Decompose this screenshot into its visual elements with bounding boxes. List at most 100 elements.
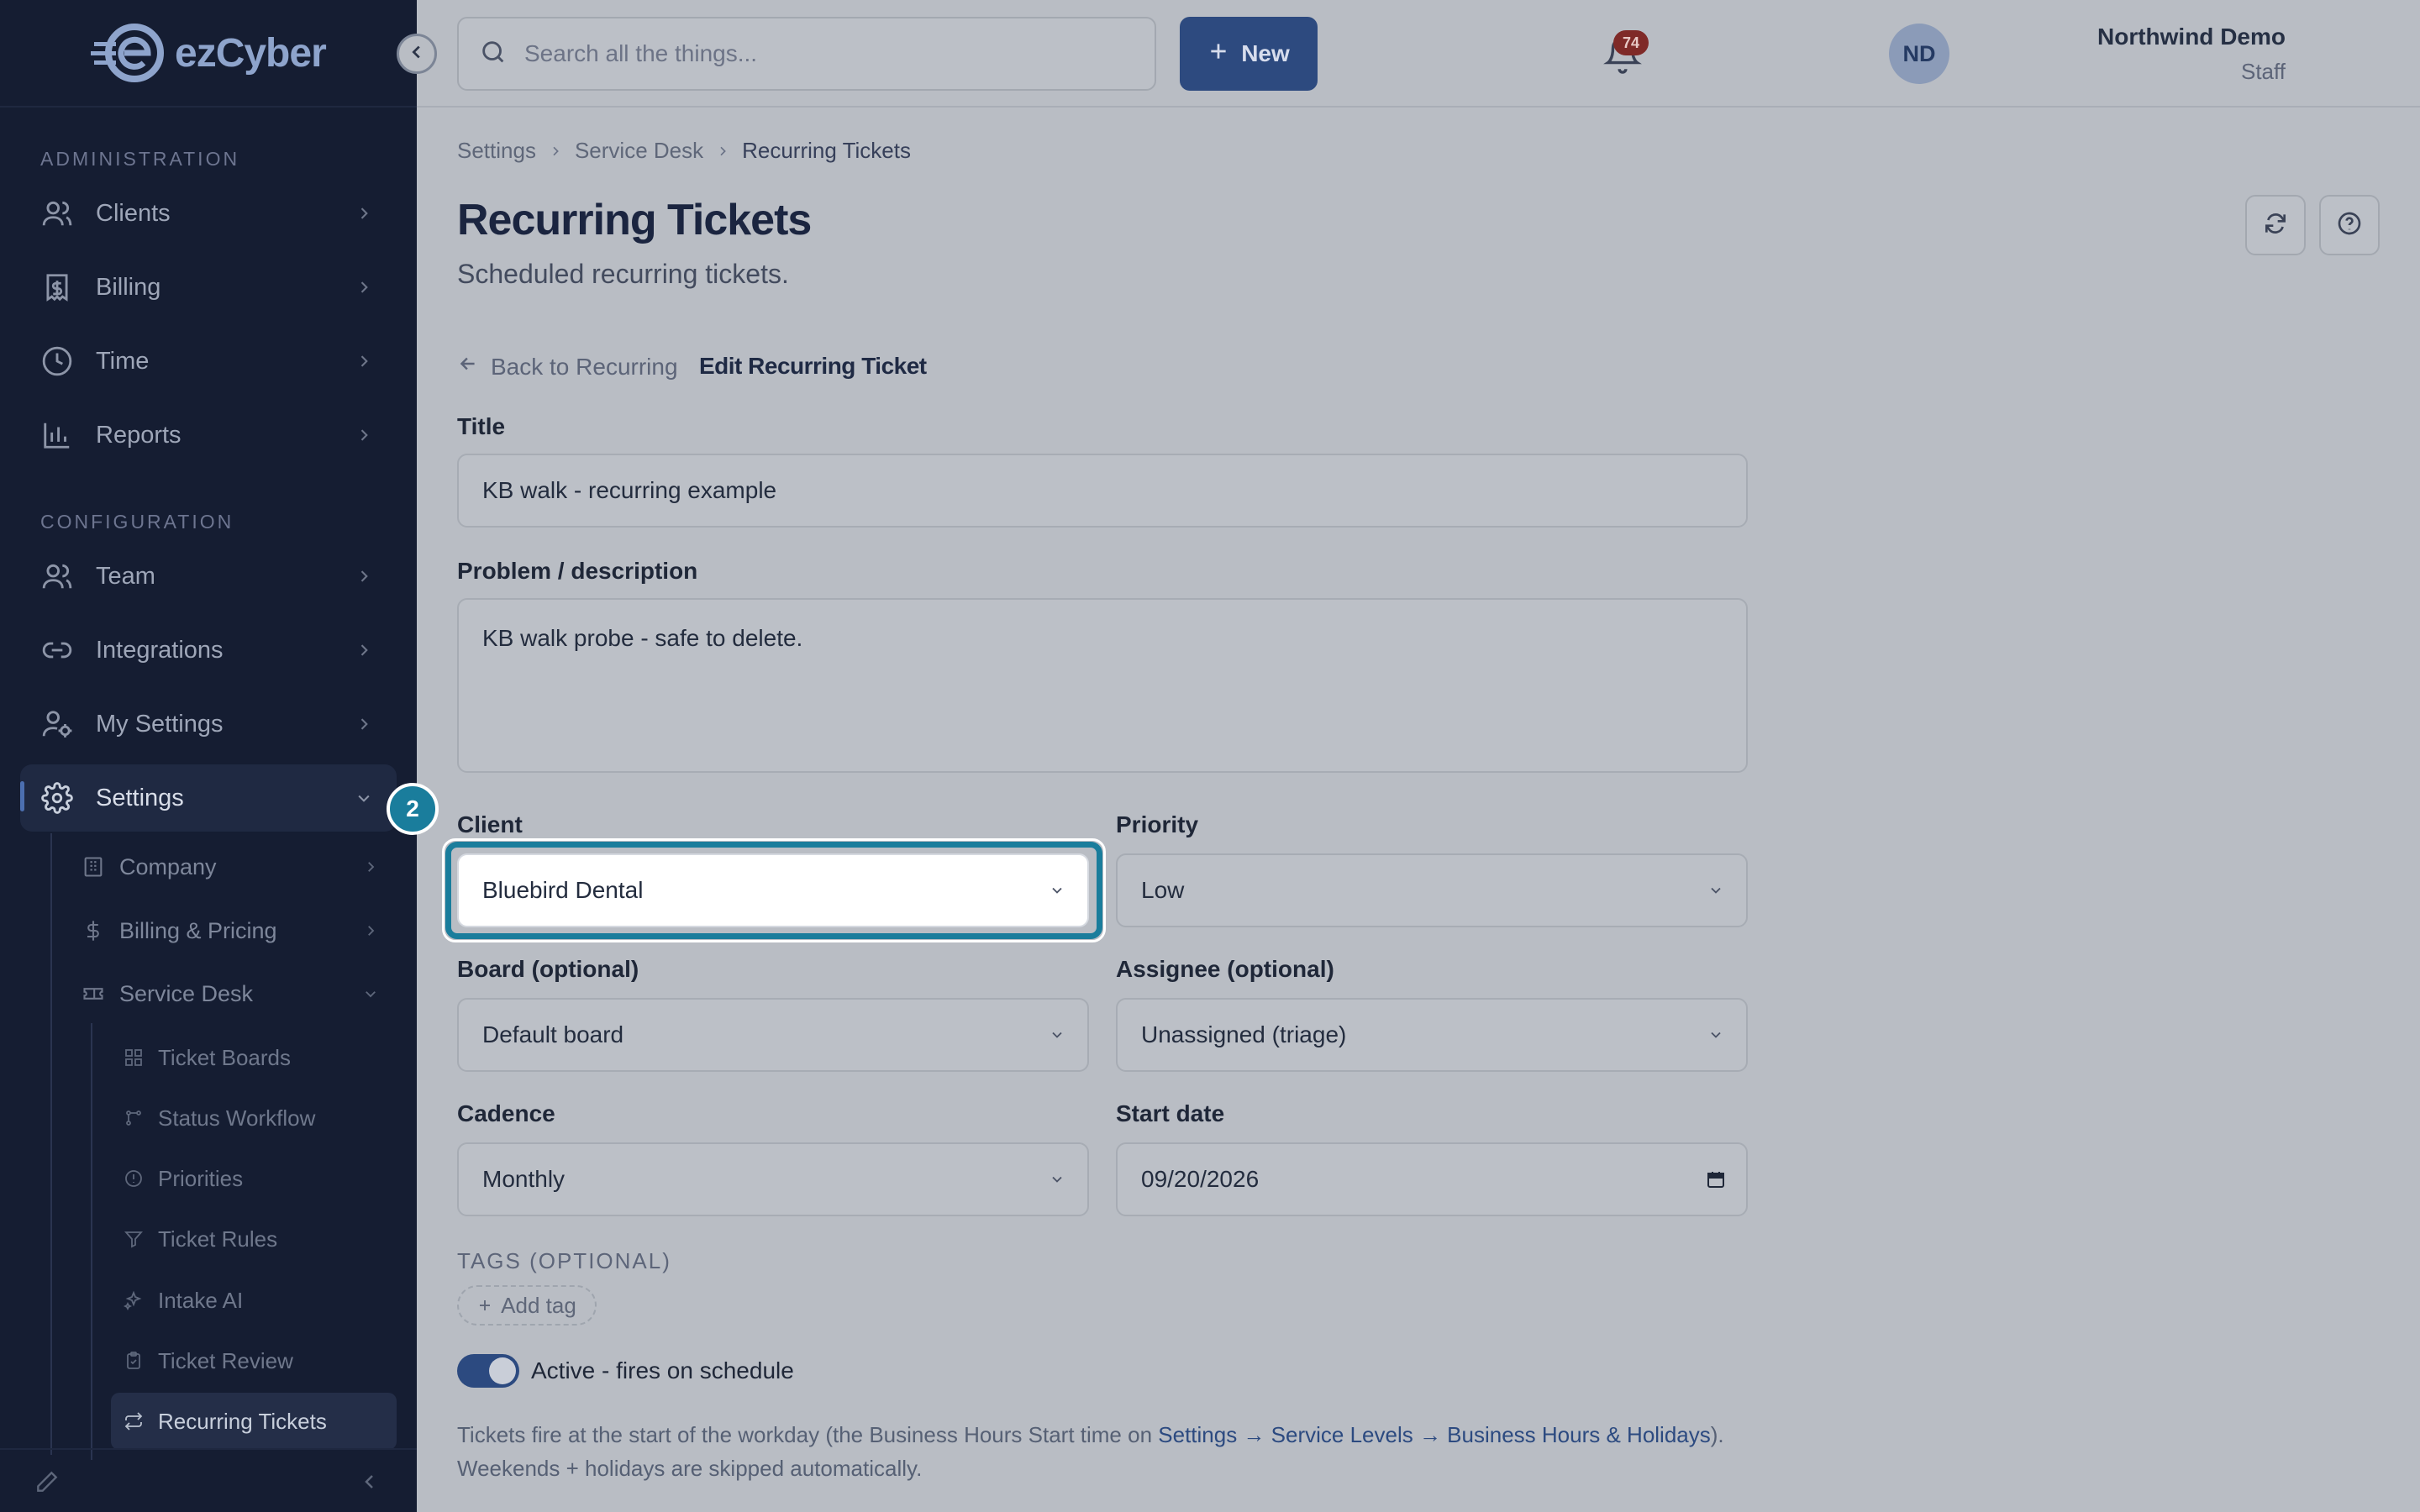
note-prefix: Tickets fire at the start of the workday… [457, 1422, 1159, 1447]
refresh-icon [2262, 210, 2289, 241]
refresh-button[interactable] [2245, 195, 2306, 255]
chevron-down-icon [1047, 1025, 1067, 1045]
back-to-recurring-link[interactable]: Back to Recurring [457, 353, 678, 381]
client-select[interactable]: Bluebird Dental [457, 853, 1089, 927]
chevron-left-icon [408, 43, 426, 66]
sidebar-item-label: Billing [96, 273, 161, 301]
title-input[interactable]: KB walk - recurring example [457, 454, 1748, 528]
description-textarea[interactable]: KB walk probe - safe to delete. [457, 598, 1748, 773]
arrow-left-icon [457, 353, 479, 381]
breadcrumb: Settings Service Desk Recurring Tickets [457, 138, 911, 164]
toggle-knob [489, 1357, 516, 1384]
search-box[interactable] [457, 17, 1156, 91]
sidebar-item-ticket-review[interactable]: Ticket Review [111, 1332, 397, 1389]
sidebar-item-intake-ai[interactable]: Intake AI [111, 1272, 397, 1329]
user-name[interactable]: Northwind Demo [2097, 24, 2286, 50]
assignee-label: Assignee (optional) [1116, 956, 1334, 982]
sidebar-item-settings[interactable]: Settings [20, 764, 397, 832]
link-icon [40, 633, 74, 667]
assignee-value: Unassigned (triage) [1141, 1021, 1347, 1047]
ticket-icon [81, 981, 106, 1006]
sidebar-item-ticket-rules[interactable]: Ticket Rules [111, 1210, 397, 1268]
chevron-right-icon [360, 920, 381, 942]
chevron-right-icon [351, 711, 376, 737]
calendar-icon[interactable] [1706, 1169, 1726, 1189]
sidebar-item-ticket-boards[interactable]: Ticket Boards [111, 1029, 397, 1086]
chevron-down-icon [360, 983, 381, 1005]
chevron-right-icon [351, 564, 376, 589]
sidebar-item-clients[interactable]: Clients [20, 180, 397, 247]
priority-select[interactable]: Low [1116, 853, 1748, 927]
collapse-sidebar-icon[interactable] [360, 1472, 380, 1496]
chevron-right-icon [351, 275, 376, 300]
active-indicator [20, 781, 24, 811]
sidebar-item-recurring-tickets[interactable]: Recurring Tickets [111, 1393, 397, 1450]
clipboard-icon [123, 1350, 145, 1372]
search-input[interactable] [524, 40, 1113, 67]
active-toggle-label: Active - fires on schedule [531, 1357, 794, 1383]
clock-icon [40, 344, 74, 378]
walkthrough-step-badge: 2 [387, 783, 439, 835]
users-icon [40, 197, 74, 230]
breadcrumb-settings[interactable]: Settings [457, 138, 536, 164]
edit-heading: Edit Recurring Ticket [699, 353, 927, 379]
sidebar-item-team[interactable]: Team [20, 543, 397, 610]
breadcrumb-service-desk[interactable]: Service Desk [575, 138, 703, 164]
user-cog-icon [40, 707, 74, 741]
page-title: Recurring Tickets [457, 196, 812, 244]
chevron-down-icon [1706, 880, 1726, 900]
start-date-input[interactable]: 09/20/2026 [1116, 1142, 1748, 1216]
dollar-icon [81, 918, 106, 943]
search-icon [479, 38, 508, 71]
plus-icon [1207, 40, 1229, 68]
sidebar-item-label: Priorities [158, 1165, 244, 1191]
add-tag-button[interactable]: Add tag [457, 1285, 597, 1326]
sidebar-item-label: Billing & Pricing [119, 917, 277, 943]
chevron-right-icon [360, 856, 381, 878]
chevron-right-icon [351, 349, 376, 374]
collapse-sidebar-button[interactable] [397, 34, 437, 74]
logo[interactable]: ezCyber [91, 22, 327, 84]
sidebar-item-label: Service Desk [119, 980, 254, 1006]
sidebar-item-my-settings[interactable]: My Settings [20, 690, 397, 758]
alert-circle-icon [123, 1168, 145, 1189]
bar-chart-icon [40, 418, 74, 452]
chevron-right-icon [351, 423, 376, 448]
sidebar-item-time[interactable]: Time [20, 328, 397, 395]
description-value: KB walk probe - safe to delete. [482, 625, 803, 651]
sidebar-item-status-workflow[interactable]: Status Workflow [111, 1089, 397, 1147]
user-role: Staff [2240, 59, 2286, 84]
avatar[interactable]: ND [1889, 24, 1949, 84]
chevron-right-icon [548, 144, 563, 159]
sidebar-item-label: My Settings [96, 710, 224, 738]
tags-label: TAGS (OPTIONAL) [457, 1248, 671, 1273]
sidebar-item-company[interactable]: Company [81, 841, 397, 893]
sidebar-item-label: Time [96, 347, 150, 375]
help-icon [2336, 210, 2363, 241]
sidebar-item-reports[interactable]: Reports [20, 402, 397, 469]
sidebar-item-label: Status Workflow [158, 1105, 316, 1131]
sidebar-item-billing-pricing[interactable]: Billing & Pricing [81, 905, 397, 957]
sidebar-item-label: Recurring Tickets [158, 1408, 327, 1434]
help-button[interactable] [2319, 195, 2380, 255]
edit-icon[interactable] [34, 1468, 60, 1499]
active-toggle[interactable] [457, 1354, 519, 1388]
page-subtitle: Scheduled recurring tickets. [457, 259, 789, 289]
chevron-right-icon [351, 638, 376, 663]
top-bar: New [417, 0, 2420, 108]
tree-line [50, 833, 52, 1455]
title-value: KB walk - recurring example [482, 477, 777, 503]
sidebar-item-service-desk[interactable]: Service Desk [81, 968, 397, 1020]
board-select[interactable]: Default board [457, 998, 1089, 1072]
assignee-select[interactable]: Unassigned (triage) [1116, 998, 1748, 1072]
sidebar-item-billing[interactable]: Billing [20, 254, 397, 321]
chevron-down-icon [1047, 1169, 1067, 1189]
cadence-select[interactable]: Monthly [457, 1142, 1089, 1216]
sidebar-item-label: Company [119, 853, 217, 879]
sidebar-item-label: Ticket Rules [158, 1226, 278, 1252]
sidebar-item-integrations[interactable]: Integrations [20, 617, 397, 684]
new-button[interactable]: New [1180, 17, 1318, 91]
business-hours-link[interactable]: Settings → Service Levels → Business Hou… [1158, 1422, 1711, 1447]
gear-icon [40, 781, 74, 815]
sidebar-item-priorities[interactable]: Priorities [111, 1150, 397, 1207]
